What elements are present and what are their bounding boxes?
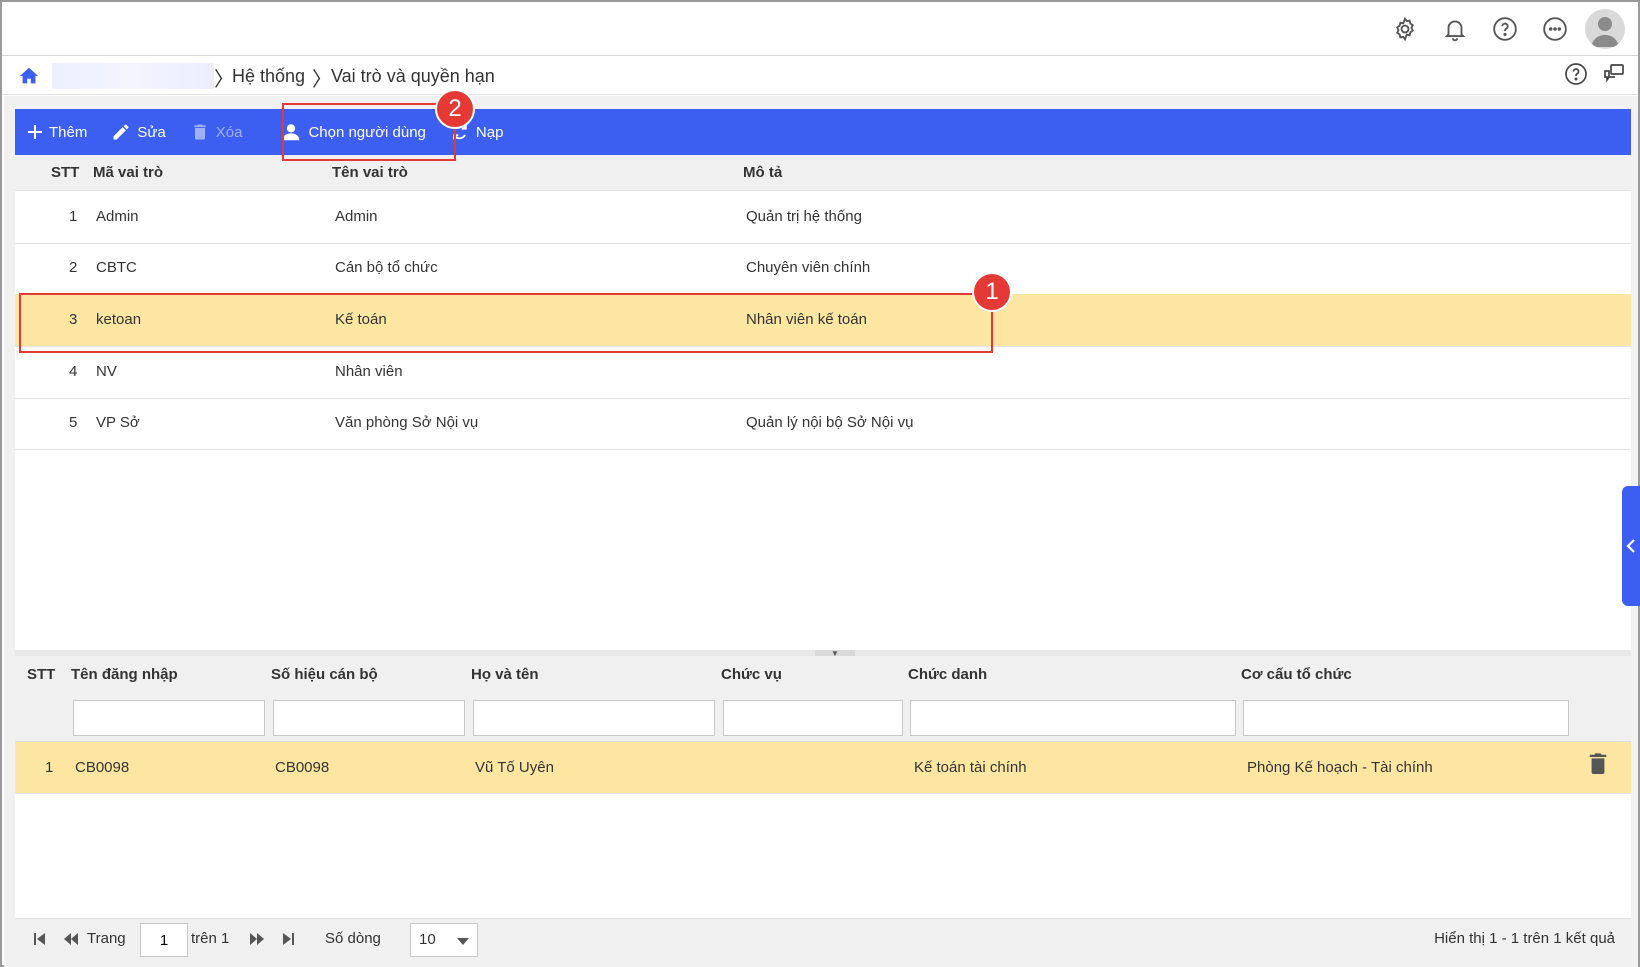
- filter-username-input[interactable]: [73, 700, 265, 736]
- user-row-selected[interactable]: 1 CB0098 CB0098 Vũ Tố Uyên Kế toán tài c…: [15, 742, 1631, 794]
- col-header-description[interactable]: Mô tả: [743, 164, 782, 181]
- role-row[interactable]: 2 CBTC Cán bộ tổ chức Chuyên viên chính: [15, 242, 1631, 295]
- page-help-icon[interactable]: [1564, 62, 1588, 90]
- cell-stt: 2: [69, 259, 78, 276]
- cell-stt: 1: [69, 208, 78, 225]
- annotation-highlight-row: [19, 293, 993, 353]
- page-label: Trang: [87, 930, 126, 947]
- avatar-icon: [1585, 9, 1625, 49]
- breadcrumb-item-current: Vai trò và quyền hạn: [331, 66, 495, 86]
- cell-description: Chuyên viên chính: [746, 259, 871, 276]
- delete-button-label: Xóa: [215, 123, 243, 141]
- cell-role-code: CBTC: [96, 259, 137, 276]
- help-icon[interactable]: [1480, 8, 1530, 50]
- settings-gear-icon[interactable]: [1380, 8, 1430, 50]
- roles-grid: STT Mã vai trò Tên vai trò Mô tả 1 Admin…: [15, 155, 1631, 650]
- feedback-chat-icon[interactable]: [1602, 62, 1626, 90]
- plus-icon: [28, 125, 42, 139]
- role-row[interactable]: 5 VP Sở Văn phòng Sở Nội vụ Quản lý nội …: [15, 397, 1631, 450]
- pencil-icon: [113, 124, 129, 140]
- cell-role-code: Admin: [96, 208, 139, 225]
- remove-user-trash-icon[interactable]: [1587, 750, 1609, 780]
- users-grid: STT Tên đăng nhập Số hiệu cán bộ Họ và t…: [15, 656, 1631, 918]
- rows-per-page-select[interactable]: 10: [410, 923, 478, 957]
- breadcrumb-separator: 〉: [312, 67, 332, 91]
- app-window: 〉 Hệ thống 〉 Vai trò và quyền hạn Thêm S…: [0, 0, 1640, 967]
- top-icons: [1380, 8, 1630, 50]
- roles-grid-header: STT Mã vai trò Tên vai trò Mô tả: [15, 155, 1631, 191]
- col-header-stt[interactable]: STT: [27, 666, 55, 683]
- next-page-icon[interactable]: [248, 931, 266, 951]
- first-page-icon[interactable]: [33, 931, 47, 951]
- top-header: [2, 2, 1638, 56]
- cell-stt: 5: [69, 414, 78, 431]
- cell-description: Quản lý nội bộ Sở Nội vụ: [746, 414, 914, 431]
- edit-button-label: Sửa: [137, 123, 166, 141]
- breadcrumb: 〉 Hệ thống 〉 Vai trò và quyền hạn: [2, 57, 1638, 95]
- cell-staff-no: CB0098: [275, 759, 330, 776]
- cell-org: Phòng Kế hoạch - Tài chính: [1247, 759, 1433, 776]
- cell-description: Quản trị hệ thống: [746, 208, 862, 225]
- col-header-full-name[interactable]: Họ và tên: [471, 666, 539, 683]
- filter-position-input[interactable]: [723, 700, 903, 736]
- users-grid-filter-row: [15, 692, 1631, 742]
- more-options-icon[interactable]: [1530, 8, 1580, 50]
- annotation-step-1: 1: [972, 272, 1012, 312]
- col-header-position[interactable]: Chức vụ: [721, 666, 782, 683]
- col-header-username[interactable]: Tên đăng nhập: [71, 666, 178, 683]
- annotation-highlight-button: [282, 103, 456, 161]
- filter-org-input[interactable]: [1243, 700, 1569, 736]
- delete-button[interactable]: Xóa: [178, 109, 255, 155]
- reload-button-label: Nạp: [475, 123, 504, 141]
- filter-full-name-input[interactable]: [473, 700, 715, 736]
- users-grid-header: STT Tên đăng nhập Số hiệu cán bộ Họ và t…: [15, 656, 1631, 692]
- cell-full-name: Vũ Tố Uyên: [475, 759, 554, 776]
- page-total-label: trên 1: [191, 930, 230, 947]
- add-button[interactable]: Thêm: [15, 109, 99, 155]
- col-header-staff-no[interactable]: Số hiệu cán bộ: [271, 666, 378, 683]
- breadcrumb-tools: [1564, 62, 1626, 90]
- cell-role-code: VP Sở: [96, 414, 140, 431]
- chevron-left-icon: [1626, 539, 1635, 553]
- add-button-label: Thêm: [49, 123, 88, 141]
- pagination-bar: Trang trên 1 Số dòng 10 Hiển thị 1 - 1 t…: [15, 918, 1631, 960]
- results-summary: Hiển thị 1 - 1 trên 1 kết quả: [1434, 930, 1615, 947]
- annotation-step-2: 2: [435, 89, 475, 129]
- col-header-title[interactable]: Chức danh: [908, 666, 987, 683]
- last-page-icon[interactable]: [281, 931, 295, 951]
- cell-stt: 1: [45, 759, 54, 776]
- cell-role-name: Cán bộ tổ chức: [335, 259, 438, 276]
- filter-title-input[interactable]: [910, 700, 1236, 736]
- rows-per-page-value: 10: [419, 931, 436, 948]
- cell-username: CB0098: [75, 759, 130, 776]
- col-header-role-code[interactable]: Mã vai trò: [93, 164, 163, 181]
- breadcrumb-separator: 〉: [214, 67, 234, 91]
- roles-toolbar: Thêm Sửa Xóa Chọn người dùng Nạp: [15, 109, 1631, 155]
- rows-per-page-label: Số dòng: [325, 930, 381, 947]
- cell-stt: 4: [69, 363, 78, 380]
- col-header-stt[interactable]: STT: [51, 164, 79, 181]
- cell-role-name: Admin: [335, 208, 378, 225]
- breadcrumb-item-he-thong[interactable]: Hệ thống: [232, 66, 305, 87]
- cell-role-name: Văn phòng Sở Nội vụ: [335, 414, 479, 431]
- home-icon[interactable]: [16, 63, 42, 89]
- breadcrumb-redacted-item: [52, 63, 214, 89]
- edit-button[interactable]: Sửa: [99, 109, 177, 155]
- col-header-role-name[interactable]: Tên vai trò: [332, 164, 408, 181]
- page-number-input[interactable]: [140, 923, 188, 957]
- chevron-down-icon: [457, 938, 469, 945]
- cell-role-name: Nhân viên: [335, 363, 403, 380]
- role-row[interactable]: 1 Admin Admin Quản trị hệ thống: [15, 191, 1631, 244]
- bell-icon[interactable]: [1430, 8, 1480, 50]
- previous-page-icon[interactable]: [62, 931, 80, 951]
- filter-staff-no-input[interactable]: [273, 700, 465, 736]
- side-panel-toggle[interactable]: [1622, 486, 1640, 606]
- col-header-org[interactable]: Cơ cấu tổ chức: [1241, 666, 1352, 683]
- user-avatar[interactable]: [1580, 8, 1630, 50]
- cell-role-code: NV: [96, 363, 117, 380]
- role-row[interactable]: 4 NV Nhân viên: [15, 346, 1631, 399]
- trash-icon: [193, 124, 206, 140]
- cell-title: Kế toán tài chính: [914, 759, 1027, 776]
